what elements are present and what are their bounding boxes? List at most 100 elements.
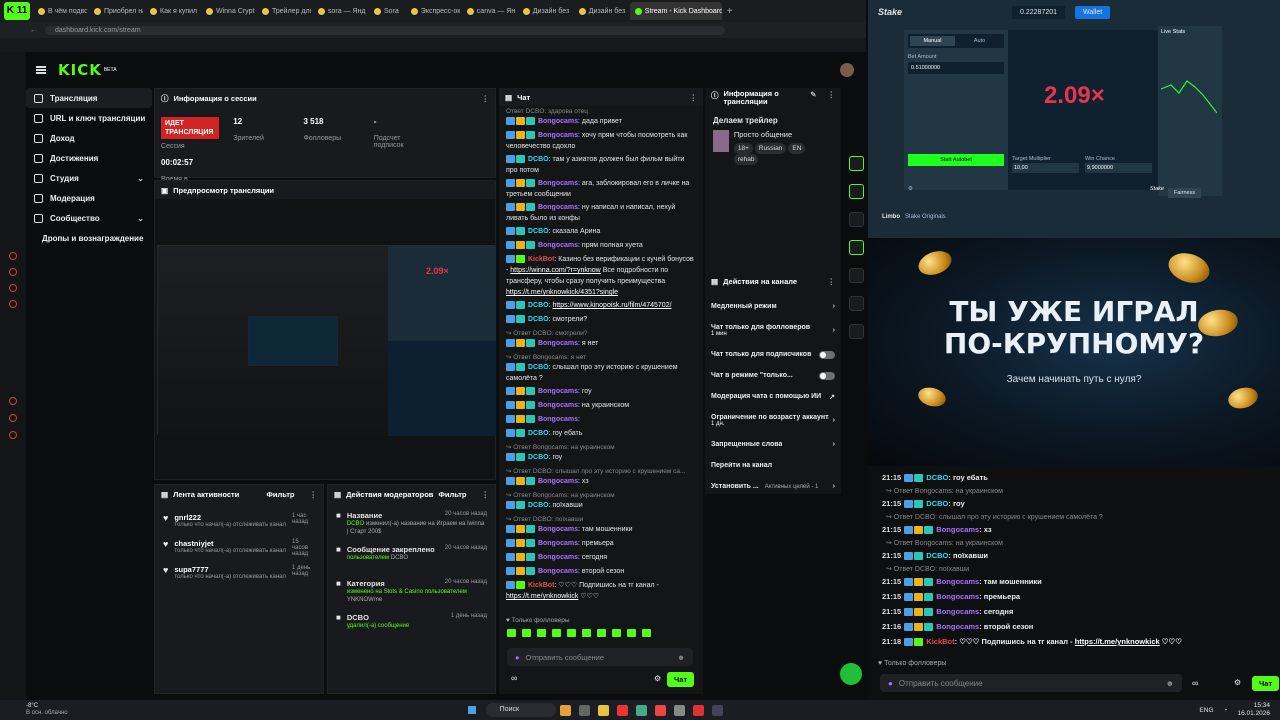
- side-icon[interactable]: [9, 300, 17, 308]
- chat-username[interactable]: DCBO: [528, 228, 549, 235]
- support-bubble-icon[interactable]: [840, 663, 862, 685]
- chat-username[interactable]: DCBO: [528, 316, 549, 323]
- browser-tab[interactable]: Трейлер для: [257, 2, 311, 20]
- avatar[interactable]: [840, 63, 854, 77]
- browser-tab[interactable]: Приобрел на: [89, 2, 143, 20]
- chat-username[interactable]: DCBO: [528, 430, 549, 437]
- chat-username[interactable]: Bongocams: [538, 402, 578, 409]
- back-icon[interactable]: ←: [30, 27, 37, 34]
- channel-action-item[interactable]: Установить ... Активных целей - 1 ›: [705, 476, 841, 497]
- mic-icon[interactable]: ●: [515, 653, 520, 662]
- channel-action-item[interactable]: Ограничение по возрасту аккаунта 1 дн. ›: [705, 407, 841, 434]
- address-bar[interactable]: dashboard.kick.com/stream: [45, 25, 725, 35]
- browser-tab[interactable]: Sora: [369, 2, 404, 20]
- start-icon[interactable]: [467, 706, 476, 714]
- more-icon[interactable]: ⋮: [310, 490, 318, 499]
- chat-username[interactable]: Bongocams: [538, 132, 578, 139]
- wallet-button[interactable]: Wallet: [1075, 5, 1111, 19]
- chat-message[interactable]: DCBO: https://www.kinopoisk.ru/film/4745…: [499, 299, 703, 313]
- wrench-icon[interactable]: [849, 324, 864, 339]
- sidebar-item[interactable]: Доход: [26, 128, 152, 148]
- channel-action-item[interactable]: Модерация чата с помощью ИИ ↗: [705, 386, 841, 407]
- stream-tag[interactable]: 18+: [733, 143, 753, 154]
- emoji-icon[interactable]: ☻: [677, 653, 685, 662]
- sidebar-item[interactable]: Сообщество ⌄: [26, 208, 152, 228]
- sidebar-item[interactable]: Достижения: [26, 148, 152, 168]
- side-icon[interactable]: [9, 268, 17, 276]
- chat-input[interactable]: ● Отправить сообщение ☻: [507, 648, 693, 666]
- browser-tab[interactable]: canva — Ян: [462, 2, 516, 20]
- send-chat-button[interactable]: Чат: [1252, 676, 1280, 691]
- mod-action-item[interactable]: ■ Название 20 часов назад DCBO изменил(-а) …: [328, 507, 495, 541]
- emote-icon[interactable]: [582, 629, 591, 637]
- channel-action-item[interactable]: Чат в режиме "только...: [705, 365, 841, 386]
- stake-settings-icon[interactable]: ⚙: [908, 186, 913, 198]
- filter-button[interactable]: Фильтр: [267, 490, 295, 499]
- browser-tab[interactable]: Экспресс-ок: [406, 2, 460, 20]
- chat-message[interactable]: KickBot: Казино без верификации с кучей …: [499, 253, 703, 299]
- share-icon[interactable]: [849, 352, 864, 367]
- chat-username[interactable]: DCBO: [528, 454, 549, 461]
- chat-message[interactable]: Bongocams: второй сезон: [499, 565, 703, 579]
- doc-icon[interactable]: [849, 212, 864, 227]
- app-icon[interactable]: [711, 704, 723, 716]
- emote-icon[interactable]: [507, 629, 516, 637]
- browser-tab[interactable]: Stream - Kick Dashboard: [629, 2, 722, 20]
- chat-message[interactable]: Bongocams: премьера: [499, 537, 703, 551]
- chat-message[interactable]: DCBO: смотрели?: [499, 313, 703, 327]
- chat-message[interactable]: DCBO: слышал про эту историю с крушением…: [499, 361, 703, 385]
- chat-username[interactable]: Bongocams: [538, 568, 578, 575]
- infinity-icon[interactable]: ∞: [1192, 678, 1198, 688]
- side-icon[interactable]: [9, 431, 17, 439]
- target-input[interactable]: 10,00: [1012, 163, 1079, 173]
- infinity-icon[interactable]: ∞: [511, 673, 517, 683]
- emote-icon[interactable]: [552, 629, 561, 637]
- settings-icon[interactable]: ⚙: [1234, 678, 1241, 687]
- auto-tab[interactable]: Auto: [957, 36, 1002, 46]
- toggle-switch[interactable]: [819, 350, 835, 359]
- app-icon[interactable]: [578, 704, 590, 716]
- chat-message[interactable]: Bongocams: прям полная хуета: [499, 239, 703, 253]
- clock[interactable]: 15:34 16.01.2026: [1237, 702, 1270, 718]
- mic-icon[interactable]: ●: [888, 679, 893, 688]
- chat-tool-icon[interactable]: [849, 240, 864, 255]
- app-icon[interactable]: [673, 704, 685, 716]
- channel-action-item[interactable]: Чат только для подписчиков: [705, 344, 841, 365]
- more-icon[interactable]: ⋮: [690, 93, 698, 102]
- emote-icon[interactable]: [522, 629, 531, 637]
- app-icon[interactable]: [692, 704, 704, 716]
- more-icon[interactable]: ⋮: [482, 94, 490, 103]
- browser-tab[interactable]: Дизайн без: [574, 2, 628, 20]
- activity-item[interactable]: ♥ supa7777 только что начал(-а) отслеживат…: [155, 561, 323, 587]
- more-icon[interactable]: ⋮: [482, 490, 490, 499]
- chat-username[interactable]: KickBot: [528, 256, 554, 263]
- more-icon[interactable]: ⋮: [828, 277, 836, 286]
- bet-amount-input[interactable]: 0.51000000: [908, 62, 1004, 74]
- channel-action-item[interactable]: Чат только для фолловеров 1 мин ›: [705, 317, 841, 344]
- weather-widget[interactable]: -8°C В осн. облачно: [0, 703, 68, 717]
- chance-input[interactable]: 9,9000000: [1085, 163, 1152, 173]
- overlay-chat-input[interactable]: ● Отправить сообщение ☻: [880, 674, 1182, 692]
- category-name[interactable]: Просто общение: [734, 130, 833, 139]
- chat-message[interactable]: DCBO: поїхавши: [499, 499, 703, 513]
- chat-username[interactable]: DCBO: [528, 364, 549, 371]
- browser-tab[interactable]: Winna Crypt: [201, 2, 255, 20]
- side-icon[interactable]: [9, 252, 17, 260]
- app-icon[interactable]: [559, 704, 571, 716]
- chat-message[interactable]: DCBO: гоу: [499, 451, 703, 465]
- activity-item[interactable]: ♥ chastniyjet только что начал(-а) отслежи…: [155, 535, 323, 561]
- channel-action-item[interactable]: Медленный режим ›: [705, 296, 841, 317]
- bolt-icon[interactable]: [849, 184, 864, 199]
- sidebar-item[interactable]: Модерация: [26, 188, 152, 208]
- emote-icon[interactable]: [642, 629, 651, 637]
- server-icon[interactable]: [849, 296, 864, 311]
- chat-message[interactable]: Bongocams: ага, заблокировал его в личке…: [499, 177, 703, 201]
- taskbar-search[interactable]: Поиск: [485, 703, 556, 717]
- side-icon[interactable]: [9, 397, 17, 405]
- wifi-icon[interactable]: ◔: [1224, 707, 1228, 714]
- preview-video[interactable]: 2.09×: [157, 245, 496, 436]
- chat-username[interactable]: Bongocams: [538, 388, 578, 395]
- browser-icon[interactable]: [654, 704, 666, 716]
- chat-message[interactable]: Bongocams: хочу прям чтобы посмотреть ка…: [499, 129, 703, 153]
- side-icon[interactable]: [9, 414, 17, 422]
